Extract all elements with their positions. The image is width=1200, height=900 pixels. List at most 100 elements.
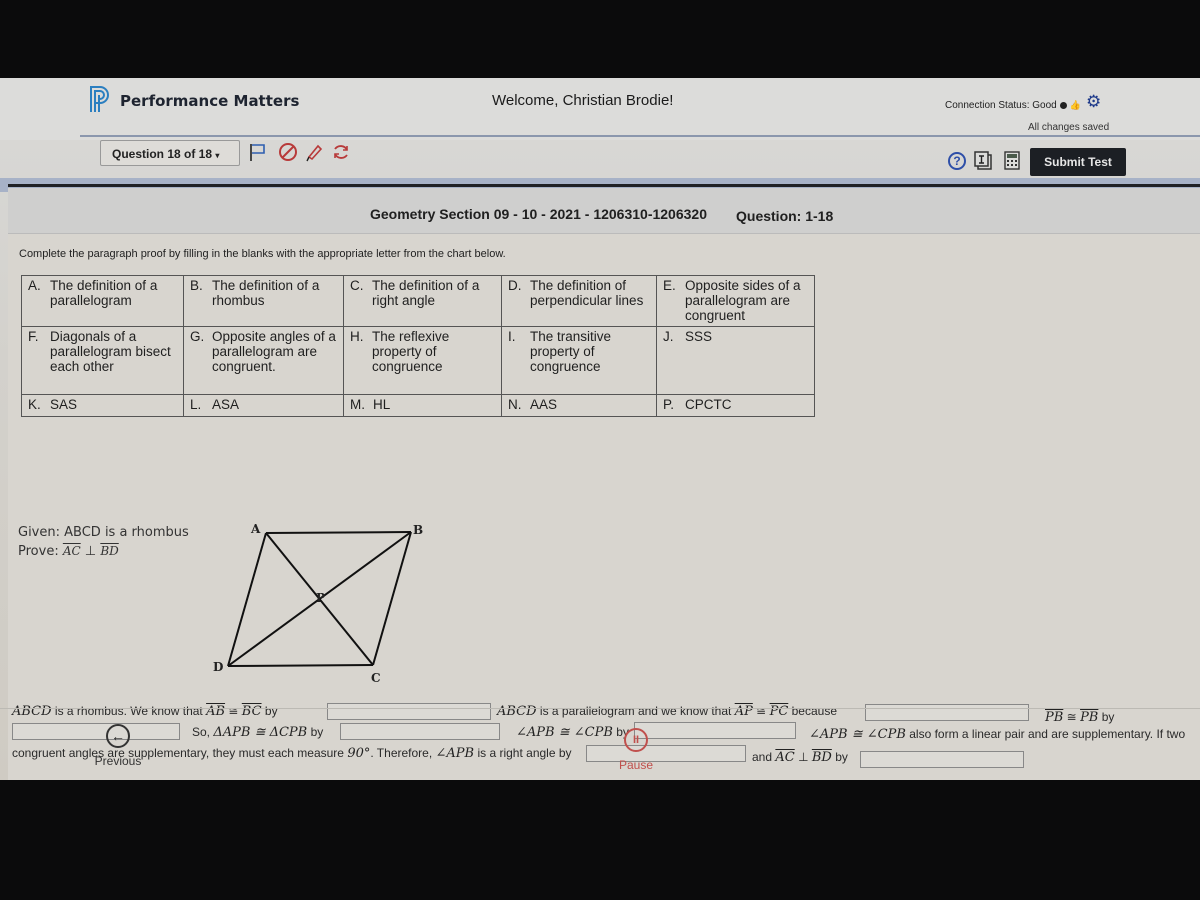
math-text: ∠APB ≅ ∠CPB (516, 725, 613, 740)
congruent-symbol: ≅ (228, 704, 239, 718)
chart-text: The definition of perpendicular lines (530, 278, 644, 308)
eliminator-icon[interactable] (278, 142, 298, 162)
chart-text: Opposite angles of a parallelogram are c… (212, 329, 336, 374)
given-label: Given: (18, 525, 60, 540)
side-bc (372, 531, 412, 666)
chart-text: ASA (212, 397, 240, 412)
proof-text: ∠APB ≅ ∠CPB also form a linear pair and … (809, 727, 1185, 742)
congruent-symbol: ≅ (756, 704, 767, 718)
chart-cell: I. The transitive property of congruence (501, 326, 657, 395)
previous-label: Previous (94, 754, 142, 768)
chart-cell: N. AAS (501, 394, 657, 417)
chart-cell: C. The definition of a right angle (343, 275, 502, 327)
chart-cell: E. Opposite sides of a parallelogram are … (656, 275, 815, 327)
flag-icon[interactable] (248, 142, 268, 162)
math-text: ∠APB ≅ ∠CPB (809, 727, 906, 742)
proof-text: by (835, 750, 848, 764)
reset-icon[interactable] (331, 142, 351, 162)
chart-letter: L. (190, 397, 202, 412)
calculator-icon[interactable] (1004, 151, 1020, 170)
chart-cell: M. HL (343, 394, 502, 417)
chart-cell: H. The reflexive property of congruence (343, 326, 502, 395)
proof-text: also form a linear pair and are suppleme… (909, 727, 1186, 741)
congruent-symbol: ≅ (1066, 710, 1077, 724)
save-status: All changes saved (1028, 122, 1110, 133)
point-label-p: P (316, 591, 325, 605)
proof-text: PB ≅ PB by (1045, 710, 1114, 725)
instructions: Complete the paragraph proof by filling … (19, 248, 506, 260)
vertex-label-c: C (371, 671, 381, 685)
chart-text: AAS (530, 397, 558, 412)
chart-letter: M. (350, 397, 365, 412)
app-screen: Performance Matters Welcome, Christian B… (0, 78, 1200, 780)
question-selector[interactable]: Question 18 of 18 ▾ (100, 140, 240, 166)
chart-cell: P. CPCTC (656, 394, 815, 417)
segment-ac: AC (775, 750, 795, 765)
gear-icon[interactable]: ⚙ (1086, 93, 1102, 110)
connection-status-text: Connection Status: Good (945, 100, 1057, 111)
chart-row: A. The definition of a parallelogram B. Th… (21, 275, 815, 327)
segment-pb: PB (1045, 710, 1064, 725)
segment-ap: AP (734, 704, 753, 719)
previous-button[interactable]: ← Previous (90, 724, 146, 768)
chart-letter: F. (28, 329, 39, 344)
connection-status: Connection Status: Good 👍 (945, 100, 1081, 111)
proof-text: by (1101, 710, 1115, 724)
test-info-bar: Geometry Section 09 - 10 - 2021 - 120631… (8, 188, 1200, 234)
arrow-left-icon: ← (106, 724, 130, 748)
chart-letter: G. (190, 329, 205, 344)
answer-blank-7[interactable] (860, 751, 1024, 768)
footer-divider (0, 708, 1200, 709)
chart-letter: D. (508, 278, 522, 293)
section-title: Geometry Section 09 - 10 - 2021 - 120631… (370, 206, 707, 222)
chart-letter: E. (663, 278, 676, 293)
chart-text: SAS (50, 397, 78, 412)
math-text: ΔAPB ≅ ΔCPB (213, 725, 308, 740)
chart-text: The definition of a right angle (372, 278, 480, 308)
chart-text: Diagonals of a parallelogram bisect each… (50, 329, 171, 374)
segment-bd: BD (100, 544, 119, 558)
highlighter-icon[interactable] (304, 142, 324, 162)
given-text: ABCD is a rhombus (64, 525, 189, 540)
vertex-label-a: A (250, 522, 261, 536)
submit-test-button[interactable]: Submit Test (1030, 148, 1126, 176)
proof-text: and (752, 750, 773, 764)
answer-blank-1[interactable] (327, 703, 491, 720)
answer-blank-6[interactable] (586, 745, 746, 762)
chart-letter: C. (350, 278, 364, 293)
chart-letter: P. (663, 397, 675, 412)
chart-cell: L. ASA (183, 394, 344, 417)
chart-letter: H. (350, 329, 364, 344)
header-divider (80, 135, 1200, 137)
chart-cell: B. The definition of a rhombus (183, 275, 344, 327)
chart-text: The transitive property of congruence (530, 329, 612, 374)
answer-chart: A. The definition of a parallelogram B. Th… (21, 275, 815, 417)
segment-pc: PC (769, 704, 789, 719)
segment-bd: BD (811, 750, 832, 765)
perpendicular-symbol: ⊥ (798, 750, 809, 764)
help-icon[interactable]: ? (948, 152, 966, 170)
chart-cell: K. SAS (21, 394, 184, 417)
chart-letter: K. (28, 397, 41, 412)
status-dot-icon (1059, 102, 1067, 109)
proof-text: . Therefore, (370, 746, 433, 760)
answer-blank-2[interactable] (865, 704, 1029, 721)
reference-sheet-icon[interactable] (974, 151, 992, 170)
pause-button[interactable]: II Pause (612, 728, 660, 772)
question-range: Question: 1-18 (736, 208, 834, 224)
proof-text: congruent angles are supplementary, they… (12, 746, 344, 760)
math-text: ABCD (12, 704, 52, 719)
segment-ab: AB (206, 704, 226, 719)
welcome-message: Welcome, Christian Brodie! (492, 92, 674, 109)
proof-text: ABCD is a rhombus. We know that AB ≅ BC … (12, 704, 278, 719)
segment-bc: BC (241, 704, 262, 719)
segment-ac: AC (62, 544, 81, 558)
prove-line: Prove: AC ⊥ BD (18, 542, 189, 561)
question-selector-label: Question 18 of 18 (112, 147, 213, 161)
proof-text: So, (192, 725, 211, 739)
chart-text: SSS (685, 329, 713, 344)
answer-blank-4[interactable] (340, 723, 500, 740)
chart-letter: I. (508, 329, 516, 344)
brand-name: Performance Matters (120, 92, 300, 110)
chart-cell: D. The definition of perpendicular lines (501, 275, 657, 327)
